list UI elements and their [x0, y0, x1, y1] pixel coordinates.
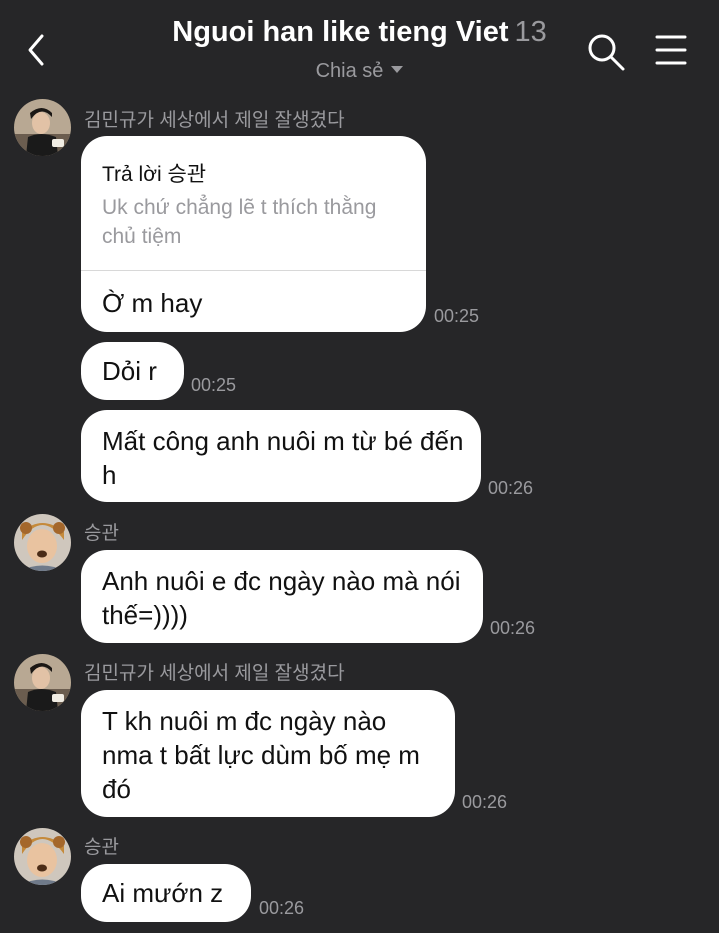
chat-header: Nguoi han like tieng Viet 13 Chia sẻ: [0, 0, 719, 96]
search-icon[interactable]: [586, 32, 626, 72]
share-label: Chia sẻ: [315, 60, 384, 82]
caret-down-icon: [391, 66, 404, 74]
sender-name: 김민규가 세상에서 제일 잘생겼다: [84, 663, 345, 684]
message-bubble[interactable]: Mất công anh nuôi m từ bé đến h: [81, 410, 481, 502]
message-text: Ai mướn z: [102, 878, 224, 908]
quoted-message: Uk chứ chẳng lẽ t thích thằng chủ tiệm: [102, 196, 377, 248]
message-bubble[interactable]: Ai mướn z: [81, 864, 251, 922]
message-time: 00:25: [191, 375, 237, 395]
sender-name: 승관: [84, 837, 119, 858]
message-bubble[interactable]: Anh nuôi e đc ngày nào mà nói thế=)))): [81, 550, 483, 643]
sender-name: 승관: [84, 523, 119, 544]
group-name: Nguoi han like tieng Viet: [172, 16, 509, 48]
message-text: Dỏi r: [102, 356, 157, 386]
message-bubble[interactable]: T kh nuôi m đc ngày nào nma t bất lực dù…: [81, 690, 455, 817]
reply-divider: [81, 270, 426, 271]
message-text: Mất công anh nuôi m từ bé đến h: [102, 426, 464, 490]
message-time: 00:26: [462, 792, 508, 812]
menu-icon[interactable]: [654, 33, 688, 67]
avatar-seungkwan[interactable]: [14, 514, 71, 571]
reply-label: Trả lời 승관: [102, 163, 207, 186]
message-time: 00:25: [434, 306, 480, 326]
message-text: Ờ m hay: [102, 288, 203, 318]
message-text: T kh nuôi m đc ngày nào nma t bất lực dù…: [102, 706, 420, 804]
member-count: 13: [514, 16, 547, 48]
avatar-mingyu[interactable]: [14, 654, 71, 711]
sender-name: 김민규가 세상에서 제일 잘생겼다: [84, 110, 345, 131]
message-time: 00:26: [490, 618, 536, 638]
message-time: 00:26: [488, 478, 534, 498]
avatar-seungkwan[interactable]: [14, 828, 71, 885]
avatar-mingyu[interactable]: [14, 99, 71, 156]
message-text: Anh nuôi e đc ngày nào mà nói thế=)))): [102, 566, 461, 630]
reply-message-bubble[interactable]: Trả lời 승관 Uk chứ chẳng lẽ t thích thằng…: [81, 136, 426, 332]
message-bubble[interactable]: Dỏi r: [81, 342, 184, 400]
message-time: 00:26: [259, 898, 305, 918]
